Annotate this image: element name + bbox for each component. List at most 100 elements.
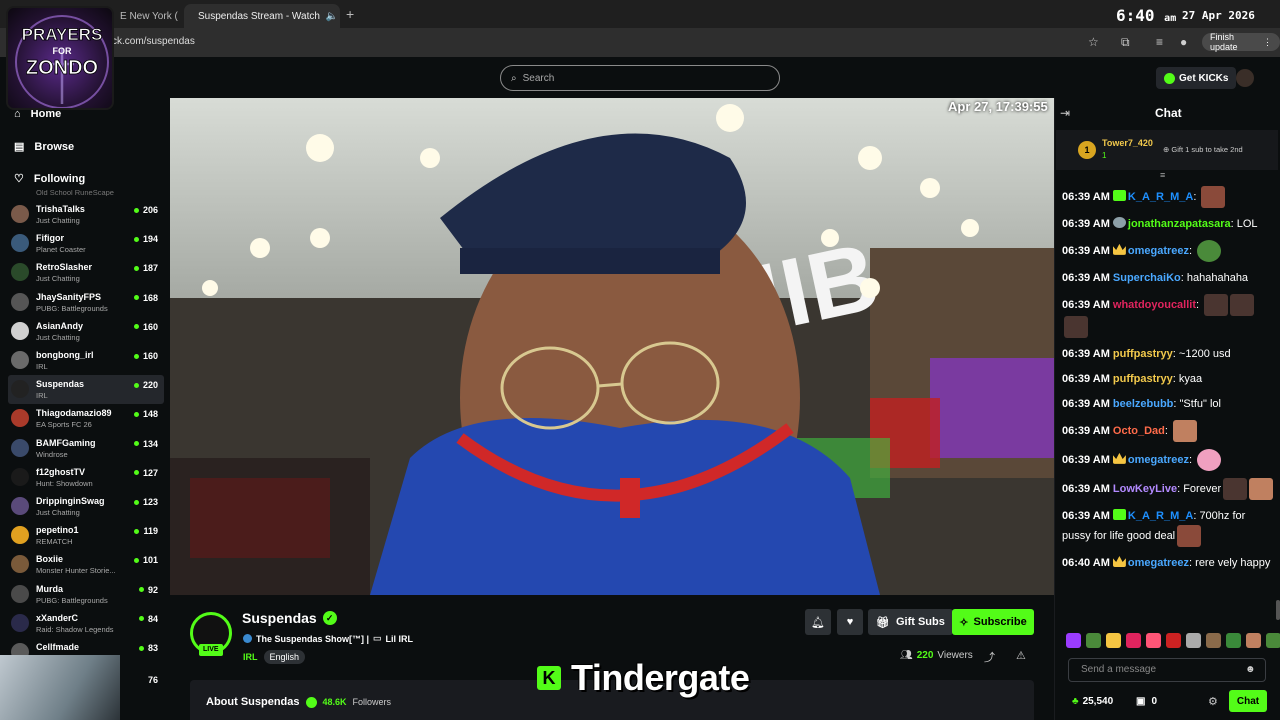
sidebar-channel[interactable]: JhaySanityFPS PUBG: Battlegrounds 168 bbox=[8, 288, 164, 317]
search-input[interactable] bbox=[522, 72, 763, 84]
sidebar-channel[interactable]: bongbong_irl IRL 160 bbox=[8, 346, 164, 375]
emote-icon[interactable] bbox=[1206, 633, 1221, 648]
subscribe-button[interactable]: ✧ Subscribe bbox=[952, 609, 1034, 635]
sidebar-channel[interactable]: Fifigor Planet Coaster 194 bbox=[8, 229, 164, 258]
emote-icon[interactable] bbox=[1066, 633, 1081, 648]
collapse-chat-icon[interactable]: ⇥ bbox=[1060, 106, 1070, 120]
search-box[interactable]: ⌕ bbox=[500, 65, 780, 91]
emote-icon bbox=[1172, 420, 1197, 442]
expand-handle-icon[interactable]: ≡ bbox=[1160, 170, 1165, 180]
message-username[interactable]: omegatreez bbox=[1128, 557, 1189, 569]
chat-message: 06:39 AM K_A_R_M_A: 700hz for pussy for l… bbox=[1062, 507, 1276, 547]
about-title-row: About Suspendas 48.6K Followers bbox=[206, 696, 391, 708]
viewer-number: 168 bbox=[142, 292, 158, 303]
channel-category: REMATCH bbox=[36, 537, 73, 547]
live-dot-icon bbox=[133, 265, 139, 271]
channel-avatar bbox=[11, 467, 29, 486]
video-player[interactable]: JIB bbox=[170, 98, 1054, 595]
message-username[interactable]: whatdoyoucallit bbox=[1113, 299, 1196, 311]
emote-icon[interactable] bbox=[1266, 633, 1280, 648]
category-tag[interactable]: IRL bbox=[243, 652, 258, 662]
media-controls-icon[interactable]: ≡ bbox=[1156, 35, 1163, 49]
viewer-number: 92 bbox=[147, 584, 158, 595]
emote-icon[interactable] bbox=[1166, 633, 1181, 648]
language-tag[interactable]: English bbox=[263, 650, 306, 664]
profile-icon[interactable]: ● bbox=[1180, 35, 1187, 49]
sidebar-channel[interactable]: Boxiie Monster Hunter Storie... 101 bbox=[8, 550, 164, 579]
url-text[interactable]: ck.com/suspendas bbox=[112, 36, 195, 47]
sidebar-channel[interactable]: AsianAndy Just Chatting 160 bbox=[8, 317, 164, 346]
gift-prompt[interactable]: ⊕ Gift 1 sub to take 2nd bbox=[1163, 145, 1243, 154]
user-avatar[interactable] bbox=[1236, 69, 1254, 87]
speaker-icon[interactable]: 🔈 bbox=[326, 11, 338, 22]
emote-icon[interactable] bbox=[1226, 633, 1241, 648]
follow-heart-button[interactable]: ♥ bbox=[837, 609, 863, 635]
sidebar-channel[interactable]: Murda PUBG: Battlegrounds 92 bbox=[8, 580, 164, 609]
sidebar-channel[interactable]: TrishaTalks Just Chatting 206 bbox=[8, 200, 164, 229]
channel-name: Boxiie bbox=[36, 554, 64, 565]
message-username[interactable]: omegatreez bbox=[1128, 245, 1189, 257]
emote-icon[interactable] bbox=[1186, 633, 1201, 648]
sidebar-channel[interactable]: pepetino1 REMATCH 119 bbox=[8, 521, 164, 550]
top-gifter-name[interactable]: Tower7_420 bbox=[1102, 138, 1153, 148]
gear-icon[interactable]: ⚙ bbox=[1208, 695, 1218, 708]
message-username[interactable]: Octo_Dad bbox=[1113, 425, 1165, 437]
chat-input-box[interactable] bbox=[1068, 658, 1266, 682]
send-chat-button[interactable]: Chat bbox=[1229, 690, 1267, 712]
sidebar-channel[interactable]: Thiagodamazio89 EA Sports FC 26 148 bbox=[8, 404, 164, 433]
sidebar-channel[interactable]: f12ghostTV Hunt: Showdown 127 bbox=[8, 463, 164, 492]
emote-icon[interactable] bbox=[1086, 633, 1101, 648]
sidebar-channel[interactable]: BAMFGaming Windrose 134 bbox=[8, 434, 164, 463]
logo-line-3: ZONDO bbox=[26, 57, 98, 79]
vip-badge-icon bbox=[1112, 243, 1126, 255]
scrollbar[interactable] bbox=[1276, 600, 1280, 620]
channel-name[interactable]: Suspendas bbox=[242, 610, 317, 626]
emoji-icon[interactable]: ☻ bbox=[1245, 664, 1256, 675]
emote-icon[interactable] bbox=[1106, 633, 1121, 648]
sidebar-channel[interactable]: Suspendas IRL 220 bbox=[8, 375, 164, 405]
get-kicks-button[interactable]: Get KICKs bbox=[1156, 67, 1237, 89]
sidebar-item-browse[interactable]: ▤ Browse bbox=[14, 140, 74, 154]
channel-category: Hunt: Showdown bbox=[36, 478, 93, 488]
browser-tab-2[interactable]: Suspendas Stream - Watch 🔈 ✕ bbox=[184, 4, 340, 28]
viewer-count: 92 bbox=[138, 584, 158, 595]
message-username[interactable]: puffpastryy bbox=[1113, 348, 1173, 360]
clock-overlay: 6:40 am bbox=[1116, 6, 1176, 25]
emote-icon[interactable] bbox=[1146, 633, 1161, 648]
emote-icon[interactable] bbox=[1126, 633, 1141, 648]
emote-icon bbox=[1230, 294, 1255, 316]
colon: : bbox=[1193, 190, 1200, 203]
new-tab-icon[interactable]: + bbox=[346, 6, 354, 22]
sidebar-channel[interactable]: DrippinginSwag Just Chatting 123 bbox=[8, 492, 164, 521]
stream-title-text-1: The Suspendas Show[™] | bbox=[256, 633, 370, 644]
report-icon[interactable]: ⚠ bbox=[1016, 649, 1026, 662]
bookmark-star-icon[interactable]: ☆ bbox=[1088, 35, 1099, 49]
sidebar-channel[interactable]: RetroSlasher Just Chatting 187 bbox=[8, 258, 164, 287]
message-username[interactable]: K_A_R_M_A bbox=[1128, 510, 1193, 522]
vip-badge-icon bbox=[1112, 452, 1126, 464]
message-username[interactable]: K_A_R_M_A bbox=[1128, 191, 1193, 203]
share-icon[interactable]: ⤴ bbox=[984, 649, 995, 665]
kicks-balance[interactable]: ♣ 25,540 bbox=[1072, 696, 1113, 707]
emote-icon[interactable] bbox=[1246, 633, 1261, 648]
channel-name: Cellfmade bbox=[36, 642, 80, 652]
channel-avatar bbox=[11, 438, 29, 457]
chests-count[interactable]: ▣ 0 bbox=[1136, 696, 1157, 707]
message-username[interactable]: puffpastryy bbox=[1113, 373, 1173, 385]
message-username[interactable]: SuperchaiKo bbox=[1113, 272, 1181, 284]
message-username[interactable]: omegatreez bbox=[1128, 454, 1189, 466]
notification-bell-button[interactable]: 🔔︎ bbox=[805, 609, 831, 635]
channel-name: JhaySanityFPS bbox=[36, 291, 102, 302]
clock-time: 6:40 bbox=[1116, 6, 1155, 25]
sidebar-item-following[interactable]: ♡ Following bbox=[14, 172, 85, 186]
extensions-icon[interactable]: ⧉ bbox=[1121, 35, 1130, 50]
chat-input[interactable] bbox=[1081, 664, 1241, 675]
message-username[interactable]: jonathanzapatasara bbox=[1128, 218, 1231, 230]
gift-subs-button[interactable]: 🎁︎ Gift Subs bbox=[868, 609, 953, 635]
message-timestamp: 06:39 AM bbox=[1062, 373, 1110, 385]
finish-update-button[interactable]: Finish update ⋮ bbox=[1202, 32, 1280, 52]
message-username[interactable]: LowKeyLive bbox=[1113, 483, 1177, 495]
browser-tab-1[interactable]: E New York ( ✕ bbox=[112, 4, 182, 28]
sidebar-channel[interactable]: xXanderC Raid: Shadow Legends 84 bbox=[8, 609, 164, 638]
message-username[interactable]: beelzebubb bbox=[1113, 398, 1174, 410]
